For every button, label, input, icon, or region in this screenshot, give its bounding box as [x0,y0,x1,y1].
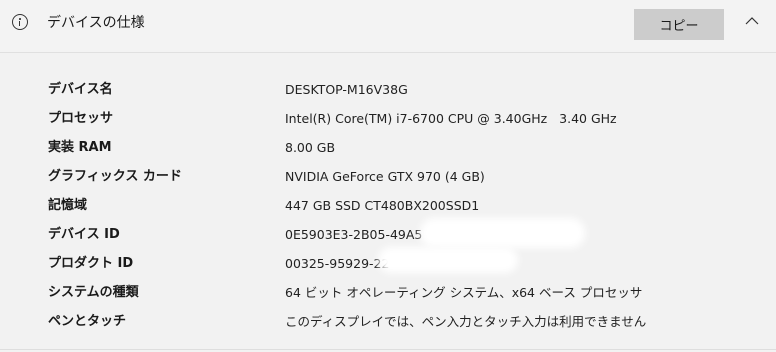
specs-list: デバイス名 DESKTOP-M16V38G プロセッサ Intel(R) Cor… [0,53,776,348]
spec-label: 記憶域 [48,198,88,213]
spec-value: DESKTOP-M16V38G [285,82,408,97]
device-specs-panel: デバイスの仕様 コピー デバイス名 DESKTOP-M16V38G プロセッサ … [0,0,776,352]
spec-value: 00325-95929-22 [285,256,390,271]
spec-label: プロダクト ID [48,256,134,271]
spec-label: ペンとタッチ [48,314,127,329]
spec-row-system-type: システムの種類 64 ビット オペレーティング システム、x64 ベース プロセ… [0,279,776,308]
spec-row-device-id: デバイス ID 0E5903E3-2B05-49A5 [0,221,776,250]
spec-row-graphics: グラフィックス カード NVIDIA GeForce GTX 970 (4 GB… [0,163,776,192]
spec-value: NVIDIA GeForce GTX 970 (4 GB) [285,169,485,184]
chevron-up-icon[interactable] [745,16,759,26]
device-specs-header[interactable]: デバイスの仕様 コピー [0,0,776,53]
info-icon [12,14,28,30]
spec-label: プロセッサ [48,111,114,126]
spec-label: 実装 RAM [48,140,112,155]
spec-row-device-name: デバイス名 DESKTOP-M16V38G [0,76,776,105]
spec-value: Intel(R) Core(TM) i7-6700 CPU @ 3.40GHz … [285,111,617,126]
spec-label: グラフィックス カード [48,169,182,184]
redaction-mask [420,218,585,248]
spec-value: 8.00 GB [285,140,336,155]
spec-value: 0E5903E3-2B05-49A5 [285,227,423,242]
spec-value: 64 ビット オペレーティング システム、x64 ベース プロセッサ [285,285,643,300]
section-title: デバイスの仕様 [47,15,145,31]
spec-row-storage: 記憶域 447 GB SSD CT480BX200SSD1 [0,192,776,221]
spec-row-processor: プロセッサ Intel(R) Core(TM) i7-6700 CPU @ 3.… [0,105,776,134]
spec-row-pen-touch: ペンとタッチ このディスプレイでは、ペン入力とタッチ入力は利用できません [0,308,776,337]
divider [0,349,776,350]
spec-label: システムの種類 [48,285,139,300]
spec-value: このディスプレイでは、ペン入力とタッチ入力は利用できません [285,314,647,329]
spec-label: デバイス ID [48,227,120,242]
spec-label: デバイス名 [48,82,113,97]
spec-value: 447 GB SSD CT480BX200SSD1 [285,198,480,213]
copy-button[interactable]: コピー [634,9,724,40]
spec-row-ram: 実装 RAM 8.00 GB [0,134,776,163]
redaction-mask [378,247,518,273]
